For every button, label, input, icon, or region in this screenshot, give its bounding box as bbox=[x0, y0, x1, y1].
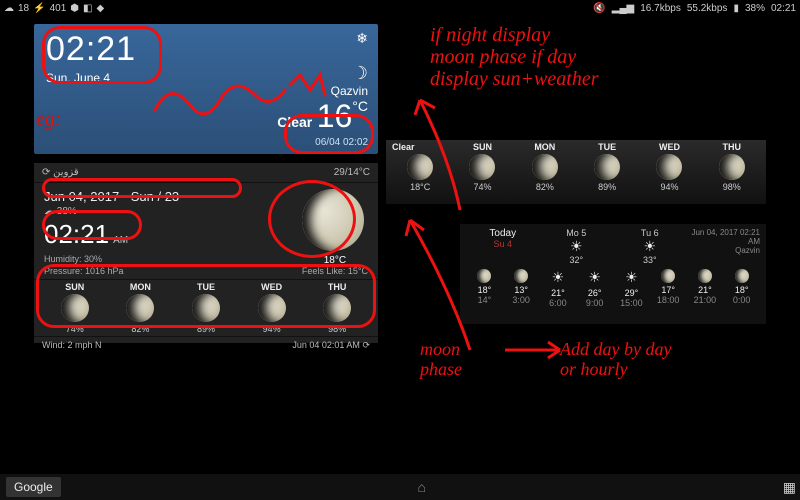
moon-phase-large-icon bbox=[302, 189, 364, 251]
mute-icon: 🔇 bbox=[593, 3, 605, 14]
net-up: 55.2kbps bbox=[687, 3, 728, 14]
moon-temp: 18°C bbox=[302, 255, 368, 266]
moon-phase-icon bbox=[407, 154, 433, 180]
moon-phase-icon bbox=[719, 154, 745, 180]
moon-phase-icon bbox=[514, 269, 528, 283]
status-temp: 18 bbox=[18, 3, 29, 14]
widget-temp: 16 bbox=[317, 98, 353, 134]
hi-lo: 29/14°C bbox=[334, 167, 370, 178]
app-icon: ◧ bbox=[83, 3, 92, 14]
hourly-row[interactable]: 18°14° 13°3:00 ☀21°6:00 ☀26°9:00 ☀29°15:… bbox=[466, 269, 760, 308]
sun-icon: ☀ bbox=[588, 269, 601, 285]
pressure: Pressure: 1016 hPa bbox=[44, 266, 292, 278]
moon-time: 02:21 bbox=[44, 219, 109, 249]
moon-phase-icon bbox=[661, 269, 675, 283]
weather-widget-large[interactable]: ❄ 02:21 Sun, June 4 ☽ Qazvin Clear 16°C … bbox=[34, 24, 378, 154]
wind: Wind: 2 mph N bbox=[42, 340, 102, 351]
moon-phase-icon bbox=[126, 294, 154, 322]
google-search-button[interactable]: Google bbox=[6, 477, 61, 497]
refresh-icon[interactable]: ⟳ bbox=[362, 340, 370, 350]
settings-icon[interactable]: ❄ bbox=[356, 30, 368, 47]
forecast-strip-widget[interactable]: Clear 18°C SUN74% MON82% TUE89% WED94% T… bbox=[386, 140, 766, 204]
moon-phase-icon bbox=[192, 294, 220, 322]
sun-icon: ☀ bbox=[625, 269, 638, 285]
moon-forecast-row: SUN74% MON82% TUE89% WED94% THU98% bbox=[34, 279, 378, 336]
status-cpu: 401 bbox=[50, 3, 67, 14]
app-icon-2: ◆ bbox=[96, 3, 104, 14]
moon-phase-icon bbox=[735, 269, 749, 283]
annotation-arrow bbox=[500, 330, 570, 370]
moon-phase-icon bbox=[258, 294, 286, 322]
refresh-icon[interactable]: ⟳ قزوین bbox=[42, 167, 79, 178]
annotation-daily: Add day by day or hourly bbox=[560, 340, 671, 380]
moon-icon: ☽ bbox=[352, 63, 368, 83]
widget-updated: 06/04 02:02 bbox=[277, 137, 368, 148]
moon-phase-icon bbox=[469, 154, 495, 180]
net-down: 16.7kbps bbox=[640, 3, 681, 14]
hourly-widget[interactable]: TodaySu 4 Mo 5☀32° Tu 6☀33° Jun 04, 2017… bbox=[460, 224, 766, 324]
sun-icon: ☀ bbox=[570, 238, 583, 255]
feels-like: Feels Like: 15°C bbox=[302, 266, 368, 276]
signal-icon: ▂▄▆ bbox=[612, 3, 634, 14]
annotation-moonphase: moon phase bbox=[420, 340, 462, 380]
moon-date: Jun 04, 2017 - Sun / 23 bbox=[44, 189, 292, 204]
humidity: Humidity: 30% bbox=[44, 254, 292, 266]
status-bar: ☁ 18 ⚡ 401 ⬢ ◧ ◆ 🔇 ▂▄▆ 16.7kbps 55.2kbps… bbox=[0, 0, 800, 16]
widget-location: Qazvin bbox=[277, 84, 368, 98]
moon-updated: Jun 04 02:01 AM bbox=[292, 340, 360, 350]
moon-phase-icon bbox=[594, 154, 620, 180]
shield-icon: ⬢ bbox=[70, 3, 79, 14]
app-drawer-icon[interactable]: ▦ bbox=[783, 483, 794, 491]
moon-phase-icon bbox=[698, 269, 712, 283]
cloud-pct: 38% bbox=[57, 206, 77, 217]
sun-icon: ☀ bbox=[552, 269, 565, 285]
moon-phase-icon bbox=[532, 154, 558, 180]
sun-icon: ☀ bbox=[643, 238, 656, 255]
status-clock: 02:21 bbox=[771, 3, 796, 14]
battery-icon: ▮ bbox=[733, 3, 739, 14]
moon-phase-icon bbox=[323, 294, 351, 322]
annotation-night-day: if night display moon phase if day displ… bbox=[430, 24, 780, 90]
widget-condition: Clear bbox=[277, 114, 312, 130]
home-icon[interactable]: ⌂ bbox=[418, 479, 426, 495]
moon-phase-icon bbox=[477, 269, 491, 283]
moon-phase-icon bbox=[656, 154, 682, 180]
battery-pct: 38% bbox=[745, 3, 765, 14]
bolt-icon: ⚡ bbox=[33, 3, 45, 14]
navigation-dock: Google ⌂ ▦ bbox=[0, 474, 800, 500]
weather-status-icon: ☁ bbox=[4, 3, 14, 14]
moon-detail-widget[interactable]: ⟳ قزوین 29/14°C Jun 04, 2017 - Sun / 23 … bbox=[34, 163, 378, 343]
moon-phase-icon bbox=[61, 294, 89, 322]
